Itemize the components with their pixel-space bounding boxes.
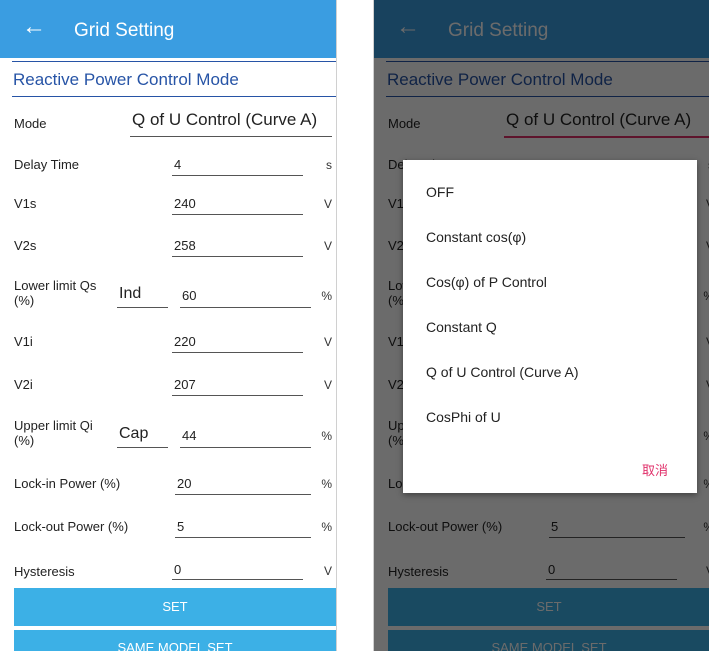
upper-limit-type-select[interactable]: Cap (119, 425, 148, 443)
cancel-button[interactable]: 取消 (642, 460, 668, 479)
v2s-label: V2s (14, 238, 37, 253)
v1i-unit: V (323, 335, 332, 349)
set-button[interactable]: SET (14, 588, 336, 626)
delay-time-unit: s (326, 158, 332, 172)
hysteresis-label: Hysteresis (14, 564, 75, 579)
v1s-underline (172, 214, 303, 215)
upper-limit-type-underline (117, 447, 168, 448)
hysteresis-underline (172, 579, 303, 580)
v2s-underline (172, 256, 303, 257)
mode-underline (130, 136, 332, 137)
page-title: Grid Setting (74, 20, 175, 41)
back-arrow-icon[interactable]: ← (22, 13, 46, 41)
option-cosphi-of-u[interactable]: CosPhi of U (426, 409, 501, 425)
upper-limit-unit: % (321, 429, 332, 443)
lock-out-power-underline (175, 537, 311, 538)
mode-select[interactable]: Q of U Control (Curve A) (132, 110, 317, 130)
v2i-input[interactable]: 207 (174, 377, 196, 392)
lower-limit-type-select[interactable]: Ind (119, 285, 141, 303)
delay-time-underline (172, 175, 303, 176)
lock-out-power-unit: % (321, 520, 332, 534)
lock-out-power-input[interactable]: 5 (177, 519, 184, 534)
v1i-underline (172, 352, 303, 353)
lock-in-power-unit: % (321, 477, 332, 491)
mode-label: Mode (14, 116, 47, 131)
v1s-input[interactable]: 240 (174, 196, 196, 211)
app-bar: ← Grid Setting (0, 0, 336, 58)
v2s-input[interactable]: 258 (174, 238, 196, 253)
upper-limit-label: Upper limit Qi (%) (14, 418, 93, 448)
upper-limit-input[interactable]: 44 (182, 428, 196, 443)
delay-time-input[interactable]: 4 (174, 157, 181, 172)
divider (12, 96, 336, 97)
upper-limit-underline (180, 447, 311, 448)
v2s-unit: V (323, 239, 332, 253)
v2i-underline (172, 395, 303, 396)
lock-in-power-label: Lock-in Power (%) (14, 476, 121, 491)
option-cos-of-p-control[interactable]: Cos(φ) of P Control (426, 274, 547, 290)
screen-right: ← Grid Setting Reactive Power Control Mo… (373, 0, 709, 651)
option-q-of-u-curve-a[interactable]: Q of U Control (Curve A) (426, 364, 579, 380)
v1s-label: V1s (14, 196, 37, 211)
hysteresis-input[interactable]: 0 (174, 562, 181, 577)
lock-in-power-input[interactable]: 20 (177, 476, 191, 491)
v1i-label: V1i (14, 334, 33, 349)
v1i-input[interactable]: 220 (174, 334, 196, 349)
lower-limit-underline (180, 307, 311, 308)
hysteresis-unit: V (323, 564, 332, 578)
v2i-label: V2i (14, 377, 33, 392)
option-off[interactable]: OFF (426, 184, 454, 200)
lock-in-power-underline (175, 494, 311, 495)
lower-limit-unit: % (321, 289, 332, 303)
lower-limit-type-underline (117, 307, 168, 308)
mode-options-dialog: OFF Constant cos(φ) Cos(φ) of P Control … (403, 160, 697, 493)
v1s-unit: V (323, 197, 332, 211)
lower-limit-input[interactable]: 60 (182, 288, 196, 303)
divider (12, 61, 336, 62)
same-model-set-button[interactable]: SAME MODEL SET (14, 630, 336, 651)
v2i-unit: V (323, 378, 332, 392)
lower-limit-label: Lower limit Qs (%) (14, 278, 97, 308)
screen-left: ← Grid Setting Reactive Power Control Mo… (0, 0, 337, 651)
delay-time-label: Delay Time (14, 157, 80, 172)
lock-out-power-label: Lock-out Power (%) (14, 519, 129, 534)
option-constant-cos[interactable]: Constant cos(φ) (426, 229, 526, 245)
option-constant-q[interactable]: Constant Q (426, 319, 497, 335)
section-title: Reactive Power Control Mode (13, 70, 239, 89)
